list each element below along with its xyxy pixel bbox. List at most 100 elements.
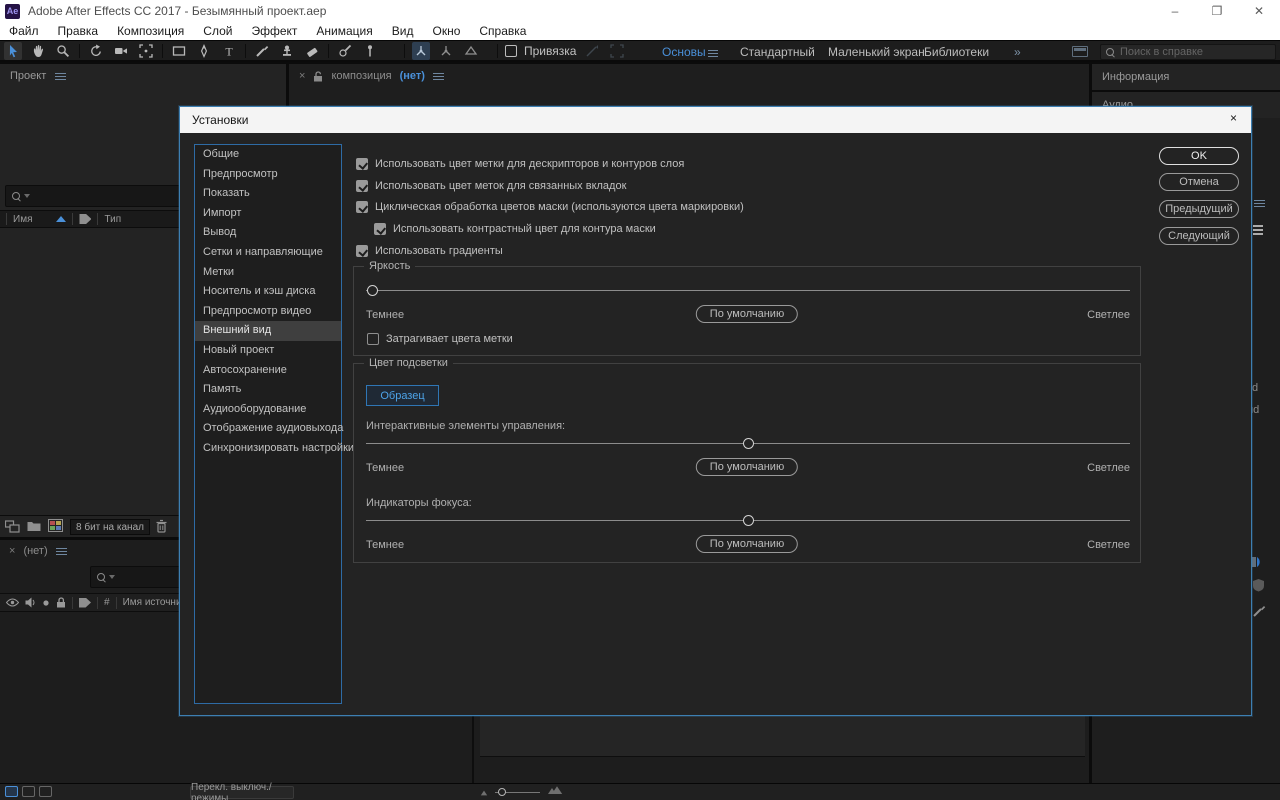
next-button[interactable]: Следующий [1159, 227, 1239, 245]
close-window-button[interactable]: ✕ [1242, 0, 1276, 22]
snap-option2-icon[interactable] [608, 42, 626, 60]
category-video-preview[interactable]: Предпросмотр видео [195, 302, 341, 322]
brightness-default-button[interactable]: По умолчанию [696, 305, 798, 323]
label-color-column-icon[interactable] [79, 598, 91, 608]
focus-indicators-slider[interactable] [366, 520, 1130, 521]
world-axis-mode-icon[interactable] [437, 42, 455, 60]
local-axis-mode-icon[interactable] [412, 42, 430, 60]
composition-tab-value[interactable]: (нет) [400, 70, 425, 82]
workspace-tab-small-screen[interactable]: Маленький экран [828, 45, 925, 59]
project-panel-tab[interactable]: Проект [10, 70, 46, 82]
interactive-controls-slider[interactable] [366, 443, 1130, 444]
dialog-close-icon[interactable]: × [1230, 111, 1237, 125]
workspace-switcher-icon[interactable] [1072, 46, 1088, 57]
column-type[interactable]: Тип [104, 214, 121, 225]
category-appearance[interactable]: Внешний вид [195, 321, 341, 341]
menu-file[interactable]: Файл [9, 24, 39, 38]
menu-effect[interactable]: Эффект [251, 24, 297, 38]
cancel-button[interactable]: Отмена [1159, 173, 1239, 191]
type-tool-icon[interactable]: T [220, 42, 238, 60]
workspace-tab-libraries[interactable]: Библиотеки [924, 45, 989, 59]
interpret-footage-icon[interactable] [5, 520, 20, 533]
menu-animation[interactable]: Анимация [316, 24, 372, 38]
zoom-tool-icon[interactable] [54, 42, 72, 60]
category-memory[interactable]: Память [195, 380, 341, 400]
snap-option-icon[interactable] [583, 42, 601, 60]
zoom-in-mountains-icon[interactable] [548, 788, 561, 794]
interactive-slider-thumb[interactable] [743, 438, 754, 449]
category-grids-guides[interactable]: Сетки и направляющие [195, 243, 341, 263]
brightness-slider[interactable] [366, 290, 1130, 291]
solo-icon[interactable] [42, 599, 50, 607]
new-composition-icon[interactable] [48, 519, 63, 532]
project-panel-menu-icon[interactable] [55, 71, 66, 82]
hand-tool-icon[interactable] [29, 42, 47, 60]
timeline-tab-value[interactable]: (нет) [23, 545, 47, 557]
brightness-slider-thumb[interactable] [367, 285, 378, 296]
category-previews[interactable]: Предпросмотр [195, 165, 341, 185]
category-import[interactable]: Импорт [195, 204, 341, 224]
category-audio-hardware[interactable]: Аудиооборудование [195, 400, 341, 420]
category-audio-output-mapping[interactable]: Отображение аудиовыхода [195, 419, 341, 439]
camera-tool-icon[interactable] [112, 42, 130, 60]
category-output[interactable]: Вывод [195, 223, 341, 243]
checkbox[interactable] [374, 223, 386, 235]
menu-composition[interactable]: Композиция [117, 24, 184, 38]
category-labels[interactable]: Метки [195, 263, 341, 283]
menu-view[interactable]: Вид [392, 24, 414, 38]
checkbox-row[interactable]: Использовать цвет меток для связанных вк… [356, 179, 626, 193]
close-tab-icon[interactable]: × [9, 545, 15, 557]
new-folder-icon[interactable] [27, 520, 41, 532]
composition-tab-label[interactable]: композиция [331, 70, 391, 82]
focus-default-button[interactable]: По умолчанию [696, 535, 798, 553]
snapping-checkbox[interactable] [505, 45, 517, 57]
help-search-input[interactable]: Поиск в справке [1100, 44, 1276, 60]
checkbox[interactable] [356, 201, 368, 213]
rotation-tool-icon[interactable] [87, 42, 105, 60]
category-display[interactable]: Показать [195, 184, 341, 204]
info-panel-tab[interactable]: Информация [1102, 71, 1169, 83]
close-tab-icon[interactable]: × [299, 70, 305, 82]
menu-edit[interactable]: Правка [58, 24, 99, 38]
menu-layer[interactable]: Слой [203, 24, 232, 38]
timeline-zoom-slider[interactable] [495, 792, 540, 793]
ok-button[interactable]: OK [1159, 147, 1239, 165]
search-options-caret-icon[interactable] [24, 194, 30, 198]
workspace-overflow-chevron[interactable]: » [1014, 45, 1021, 59]
view-axis-mode-icon[interactable] [462, 42, 480, 60]
interactive-default-button[interactable]: По умолчанию [696, 458, 798, 476]
workspace-tab-essentials[interactable]: Основы [662, 45, 706, 59]
focus-slider-thumb[interactable] [743, 515, 754, 526]
in-out-panes-icon[interactable] [39, 786, 52, 797]
workspace-tab-standard[interactable]: Стандартный [740, 45, 815, 59]
checkbox[interactable] [367, 333, 379, 345]
search-options-caret-icon[interactable] [109, 575, 115, 579]
checkbox[interactable] [356, 180, 368, 192]
timeline-search-input[interactable] [90, 566, 190, 588]
pen-tool-icon[interactable] [195, 42, 213, 60]
minimize-button[interactable]: – [1158, 0, 1192, 22]
audio-mute-icon[interactable] [25, 597, 36, 608]
previous-button[interactable]: Предыдущий [1159, 200, 1239, 218]
checkbox-row[interactable]: Циклическая обработка цветов маски (испо… [356, 200, 744, 214]
roto-brush-tool-icon[interactable] [336, 42, 354, 60]
eraser-tool-icon[interactable] [303, 42, 321, 60]
sample-button[interactable]: Образец [366, 385, 439, 406]
brush-tool-icon[interactable] [253, 42, 271, 60]
puppet-pin-tool-icon[interactable] [361, 42, 379, 60]
pan-behind-tool-icon[interactable] [137, 42, 155, 60]
checkbox-row[interactable]: Использовать градиенты [356, 244, 503, 258]
restore-button[interactable]: ❐ [1200, 0, 1234, 22]
category-general[interactable]: Общие [195, 145, 341, 165]
delete-icon[interactable] [155, 519, 168, 533]
label-color-column-icon[interactable] [79, 214, 91, 224]
lock-icon[interactable] [56, 597, 66, 608]
category-media-disk-cache[interactable]: Носитель и кэш диска [195, 282, 341, 302]
checkbox-row[interactable]: Использовать контрастный цвет для контур… [374, 222, 656, 236]
toggle-switches-modes-button[interactable]: Перекл. выключ./режимы [190, 786, 294, 799]
checkbox-row[interactable]: Использовать цвет метки для дескрипторов… [356, 157, 684, 171]
clone-stamp-tool-icon[interactable] [278, 42, 296, 60]
column-name[interactable]: Имя [13, 214, 32, 225]
transfer-controls-pane-icon[interactable] [22, 786, 35, 797]
checkbox[interactable] [356, 245, 368, 257]
